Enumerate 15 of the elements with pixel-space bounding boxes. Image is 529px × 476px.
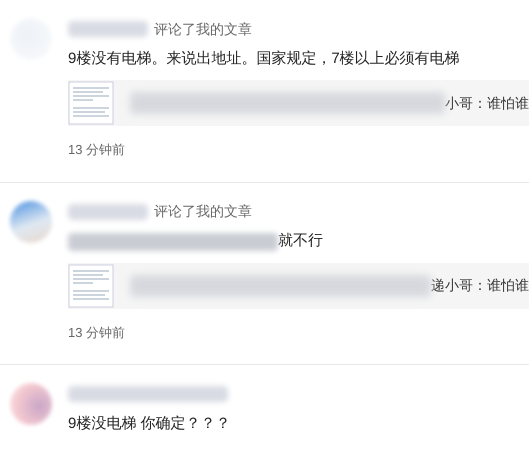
document-icon	[68, 81, 114, 125]
quoted-article[interactable]: 递小哥：谁怕谁	[68, 262, 529, 308]
quote-text: 小哥：谁怕谁	[445, 94, 529, 112]
action-text: 评论了我的文章	[154, 202, 252, 221]
document-icon	[68, 264, 114, 308]
comment-text: 9楼没有电梯。来说出地址。国家规定，7楼以上必须有电梯	[68, 48, 460, 69]
timestamp: 13 分钟前	[68, 324, 126, 342]
comment-text: 9楼没电梯 你确定？？？	[68, 414, 231, 434]
avatar-icon	[10, 200, 52, 242]
timestamp: 13 分钟前	[68, 141, 126, 159]
avatar-icon	[10, 383, 52, 425]
quote-text: 递小哥：谁怕谁	[431, 276, 529, 295]
comment-text: 就不行	[278, 231, 323, 252]
quoted-article[interactable]: 小哥：谁怕谁	[68, 80, 529, 126]
action-text: 评论了我的文章	[154, 20, 252, 38]
